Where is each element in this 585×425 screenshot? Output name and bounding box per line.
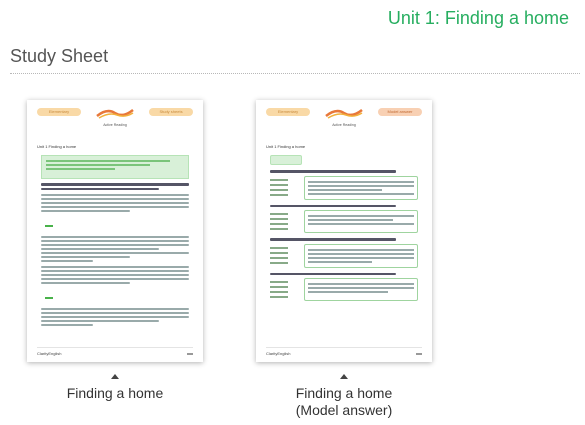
answer-box (304, 278, 418, 301)
arrow-icon (45, 297, 53, 299)
card-label[interactable]: Finding a home (27, 374, 203, 402)
active-reading-logo: Active Reading (324, 106, 364, 127)
section-header: Study Sheet (10, 46, 580, 74)
thumbnail-footer: ClarityEnglish (37, 347, 193, 356)
answer-box (304, 243, 418, 268)
logo-text: Active Reading (332, 123, 356, 127)
study-sheet-thumbnail[interactable]: Elementary Study sheets Active Reading U… (27, 100, 203, 362)
level-pill: Elementary (266, 108, 310, 116)
caret-up-icon (340, 374, 348, 379)
section-title: Study Sheet (10, 46, 109, 66)
footer-brand: ClarityEnglish (37, 351, 62, 356)
text-paragraph (41, 308, 189, 326)
caret-up-icon (111, 374, 119, 379)
thumbnail-title: Unit 1 Finding a home (266, 144, 306, 149)
model-answer-card[interactable]: Elementary Model answer Active Reading U… (256, 100, 432, 419)
text-paragraph (41, 236, 189, 262)
text-paragraph (41, 194, 189, 232)
card-caption[interactable]: Finding a home (27, 385, 203, 402)
question-block (270, 170, 418, 200)
question-block (270, 238, 418, 268)
instruction-callout (41, 155, 189, 179)
type-pill: Study sheets (149, 108, 193, 116)
footer-brand: ClarityEnglish (266, 351, 291, 356)
text-paragraph (41, 183, 189, 190)
card-caption-line2[interactable]: (Model answer) (256, 402, 432, 419)
answer-box (304, 210, 418, 233)
card-label[interactable]: Finding a home (Model answer) (256, 374, 432, 419)
logo-text: Active Reading (103, 123, 127, 127)
level-pill: Elementary (37, 108, 81, 116)
card-caption-line1[interactable]: Finding a home (256, 385, 432, 402)
text-paragraph (41, 266, 189, 304)
active-reading-logo: Active Reading (95, 106, 135, 127)
unit-title: Unit 1: Finding a home (387, 8, 569, 28)
study-sheet-card[interactable]: Elementary Study sheets Active Reading U… (27, 100, 203, 402)
thumbnail-footer: ClarityEnglish (266, 347, 422, 356)
answer-box (304, 175, 418, 200)
model-answer-thumbnail[interactable]: Elementary Model answer Active Reading U… (256, 100, 432, 362)
question-block (270, 272, 418, 301)
question-block (270, 204, 418, 233)
logo-wave-icon (325, 109, 363, 119)
logo-wave-icon (96, 109, 134, 119)
thumbnail-title: Unit 1 Finding a home (37, 144, 77, 149)
arrow-icon (45, 225, 53, 227)
answer-key-tag (270, 155, 302, 165)
type-pill: Model answer (378, 108, 422, 116)
